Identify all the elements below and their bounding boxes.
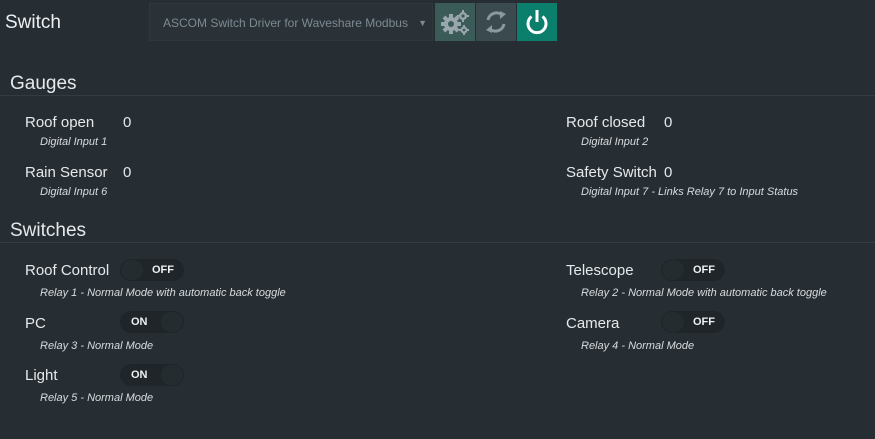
gauge-value: 0 xyxy=(123,164,132,181)
toggle-knob xyxy=(161,312,183,332)
switches-divider xyxy=(0,242,875,243)
toggle-knob xyxy=(161,365,183,385)
refresh-button[interactable] xyxy=(476,3,516,41)
gauge-description: Digital Input 7 - Links Relay 7 to Input… xyxy=(581,186,799,198)
toggle-knob xyxy=(121,260,143,280)
toggle-switch[interactable]: ON xyxy=(120,311,184,333)
gauges-heading: Gauges xyxy=(10,73,77,94)
driver-select[interactable]: ASCOM Switch Driver for Waveshare Modbus… xyxy=(149,3,433,41)
refresh-icon xyxy=(486,11,506,33)
switches-heading: Switches xyxy=(10,220,87,241)
power-icon xyxy=(526,10,548,35)
power-button[interactable] xyxy=(517,3,557,41)
driver-select-value: ASCOM Switch Driver for Waveshare Modbus… xyxy=(163,16,411,30)
switch-label: Camera xyxy=(566,315,620,332)
switch-label: PC xyxy=(25,315,46,332)
gauge-label: Roof open xyxy=(25,114,95,131)
gauge-description: Digital Input 6 xyxy=(40,186,108,198)
toggle-switch[interactable]: OFF xyxy=(661,311,725,333)
top-bar: Switch ASCOM Switch Driver for Waveshare… xyxy=(0,0,875,44)
gauge-description: Digital Input 1 xyxy=(40,136,108,148)
toggle-state: ON xyxy=(131,316,148,328)
toggle-knob xyxy=(662,312,684,332)
gauge-label: Safety Switch xyxy=(566,164,657,181)
toggle-state: OFF xyxy=(693,264,715,276)
switch-description: Relay 4 - Normal Mode xyxy=(581,340,695,352)
gauge-label: Roof closed xyxy=(566,114,646,131)
switch-description: Relay 1 - Normal Mode with automatic bac… xyxy=(40,287,286,299)
switch-label: Telescope xyxy=(566,262,634,279)
toggle-state: OFF xyxy=(693,316,715,328)
gears-icon xyxy=(441,10,469,35)
switch-description: Relay 2 - Normal Mode with automatic bac… xyxy=(581,287,827,299)
gauge-label: Rain Sensor xyxy=(25,164,108,181)
toggle-knob xyxy=(662,260,684,280)
gauge-value: 0 xyxy=(664,114,673,131)
gauges-divider xyxy=(0,95,875,96)
chevron-down-icon: ▼ xyxy=(418,18,427,28)
gauge-value: 0 xyxy=(123,114,132,131)
toggle-switch[interactable]: OFF xyxy=(120,259,184,281)
gauge-description: Digital Input 2 xyxy=(581,136,649,148)
app-title: Switch xyxy=(5,12,61,33)
toggle-switch[interactable]: ON xyxy=(120,364,184,386)
switch-description: Relay 3 - Normal Mode xyxy=(40,340,154,352)
toggle-switch[interactable]: OFF xyxy=(661,259,725,281)
switch-label: Light xyxy=(25,367,58,384)
switch-label: Roof Control xyxy=(25,262,110,279)
switch-description: Relay 5 - Normal Mode xyxy=(40,392,154,404)
gauge-value: 0 xyxy=(664,164,673,181)
settings-button[interactable] xyxy=(435,3,475,41)
toggle-state: OFF xyxy=(152,264,174,276)
toggle-state: ON xyxy=(131,369,148,381)
